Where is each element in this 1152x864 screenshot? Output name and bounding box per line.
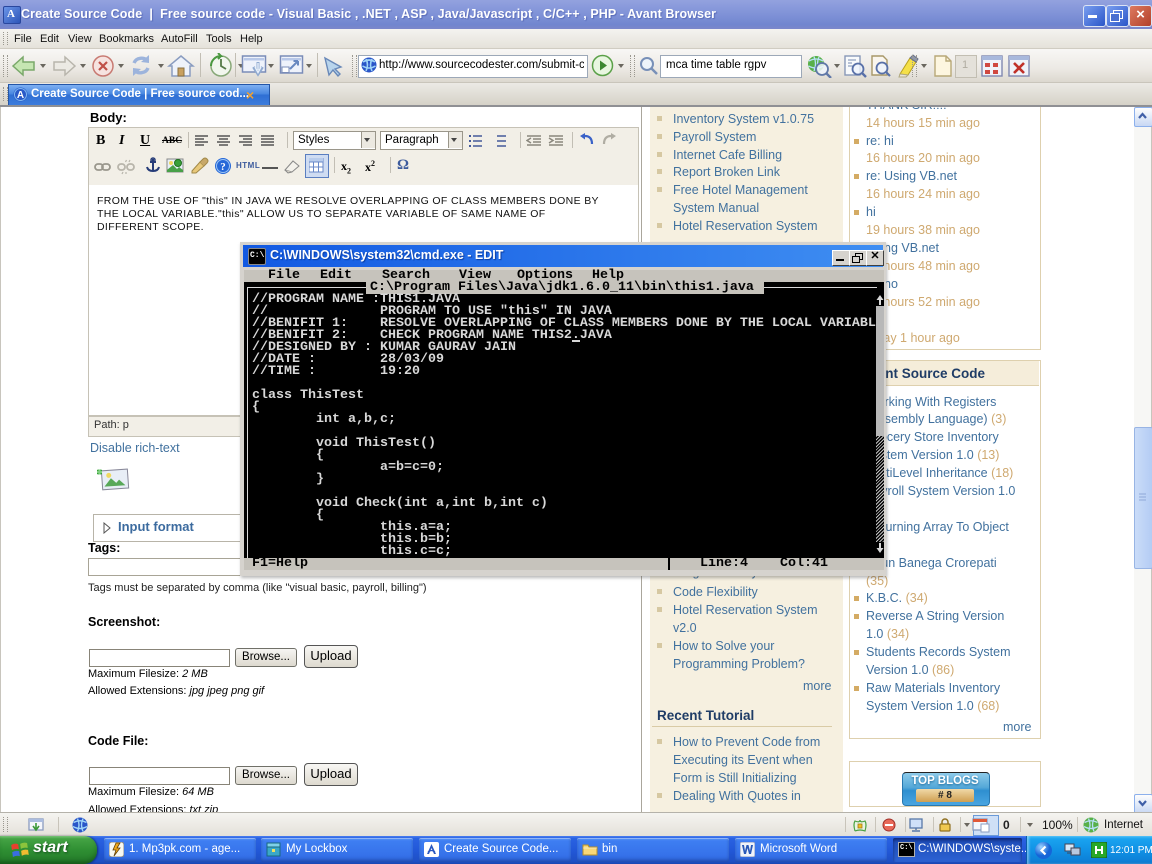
svg-text:A: A	[17, 90, 24, 101]
svg-text:?: ?	[220, 161, 226, 173]
